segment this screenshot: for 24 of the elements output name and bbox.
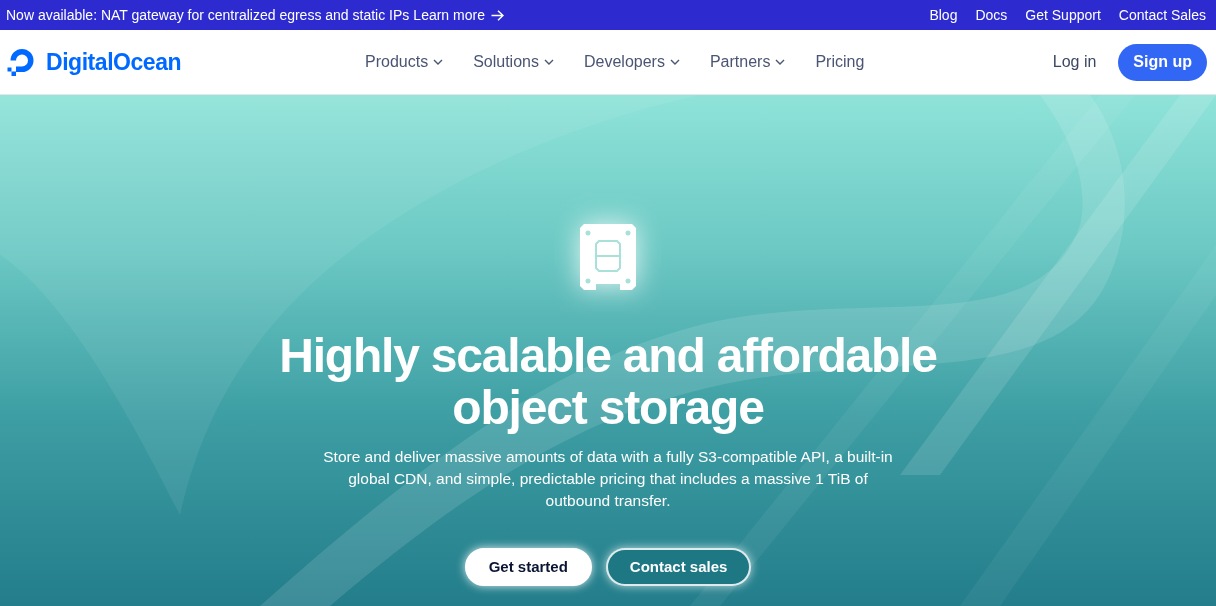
chevron-down-icon <box>775 59 786 65</box>
arrow-right-icon <box>490 9 504 21</box>
chevron-down-icon <box>543 59 554 65</box>
top-link[interactable]: Contact Sales <box>1118 4 1206 26</box>
hero-heading: Highly scalable and affordable object storage <box>278 330 938 434</box>
chevron-down-icon <box>433 59 444 65</box>
top-link[interactable]: Get Support <box>1025 4 1101 26</box>
nav-item[interactable]: Developers <box>583 50 680 74</box>
chevron-down-icon <box>669 59 680 65</box>
brand-logo[interactable]: DigitalOcean <box>6 44 182 80</box>
learn-more-link[interactable]: Learn more <box>413 4 504 26</box>
nav-item[interactable]: Solutions <box>473 50 554 74</box>
top-link[interactable]: Blog <box>929 4 958 26</box>
nav-item[interactable]: Pricing <box>815 50 865 74</box>
sign-up-button[interactable]: Sign up <box>1118 43 1207 81</box>
log-in-link[interactable]: Log in <box>1052 50 1097 74</box>
contact-sales-button[interactable]: Contact sales <box>605 548 752 586</box>
hero-description: Store and deliver massive amounts of data with a fully S3-compatible API, a built-in global CDN, and simple, predictable pricing that includes a massive 1 TiB of outbound transfer. <box>322 447 894 511</box>
nav-item[interactable]: Products <box>365 50 444 74</box>
nav-item[interactable]: Partners <box>709 50 786 74</box>
storage-drive-icon <box>580 224 636 290</box>
get-started-button[interactable]: Get started <box>464 548 592 586</box>
top-link[interactable]: Docs <box>975 4 1008 26</box>
announcement-text: Now available: NAT gateway for centralized egress and static IPs <box>6 5 410 25</box>
